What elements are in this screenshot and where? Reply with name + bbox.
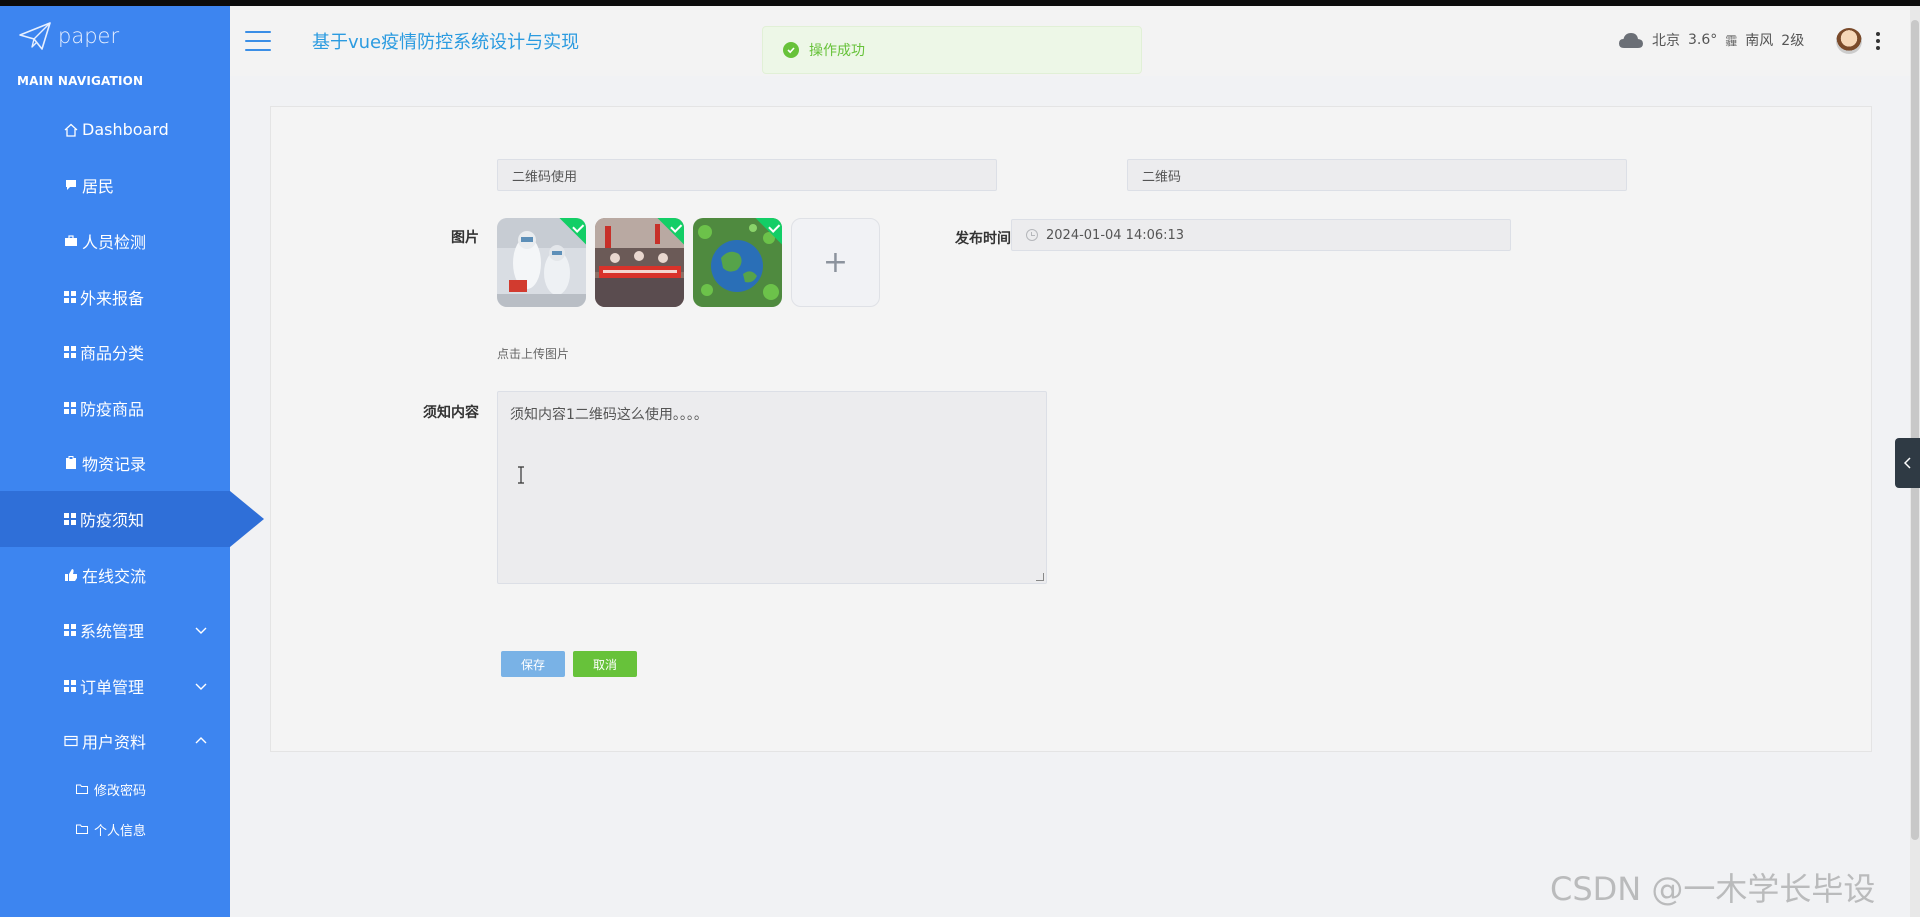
sidebar-item-online-chat[interactable]: 在线交流 — [0, 547, 230, 603]
weather-wind-level: 2级 — [1781, 33, 1805, 49]
grid-icon — [64, 624, 76, 637]
image-label: 图片 — [451, 230, 479, 246]
sidebar-item-label: 系统管理 — [80, 622, 145, 642]
nav-caption: MAIN NAVIGATION — [17, 74, 144, 88]
sidebar-item-label: 在线交流 — [82, 566, 147, 586]
grid-icon — [64, 290, 76, 303]
add-image-button[interactable]: + — [791, 218, 880, 307]
sidebar-item-label: 防疫须知 — [80, 510, 145, 530]
hamburger-menu-icon[interactable] — [245, 31, 271, 51]
grid-icon — [64, 401, 76, 414]
sidebar-subitem-label: 个人信息 — [94, 823, 147, 839]
brand-name: paper — [58, 24, 120, 48]
sidebar-item-dashboard[interactable]: Dashboard — [0, 102, 230, 158]
card-icon — [64, 734, 78, 748]
page-title: 基于vue疫情防控系统设计与实现 — [312, 32, 580, 53]
sidebar-item-product-category[interactable]: 商品分类 — [0, 324, 230, 380]
home-icon — [64, 123, 78, 137]
sidebar-item-epidemic-notice[interactable]: 防疫须知 — [0, 491, 264, 547]
weather-wind-direction: 南风 — [1745, 33, 1774, 49]
weather-condition: 霾 — [1725, 33, 1738, 48]
notice-edit-form: *标题 二维码使用 *类型 二维码 图片 — [270, 106, 1872, 752]
briefcase-icon — [64, 234, 78, 248]
save-button[interactable]: 保存 — [501, 651, 565, 677]
sidebar-item-epidemic-products[interactable]: 防疫商品 — [0, 380, 230, 436]
folder-icon — [76, 784, 88, 795]
toast-message: 操作成功 — [809, 43, 865, 59]
sidebar-subitem-personal-info[interactable]: 个人信息 — [0, 809, 230, 849]
sidebar-item-supply-records[interactable]: 物资记录 — [0, 436, 230, 492]
cloud-icon — [1619, 33, 1643, 48]
uploaded-image-1[interactable] — [497, 218, 586, 307]
sidebar-item-label: 商品分类 — [80, 344, 145, 364]
notice-content-textarea[interactable]: 须知内容1二维码这么使用。。。。 — [497, 391, 1047, 584]
sidebar-item-label: Dashboard — [82, 120, 169, 140]
sidebar-item-label: 防疫商品 — [80, 399, 145, 419]
sidebar-item-label: 用户资料 — [82, 733, 147, 753]
sidebar-item-label: 居民 — [82, 177, 115, 197]
notice-content-label: 须知内容 — [423, 405, 479, 421]
uploaded-image-3[interactable] — [693, 218, 782, 307]
sidebar-item-order-management[interactable]: 订单管理 — [0, 658, 230, 714]
sidebar-subitem-label: 修改密码 — [94, 783, 147, 799]
paper-plane-icon — [19, 22, 51, 50]
type-value: 二维码 — [1142, 169, 1182, 185]
brand-logo[interactable]: paper — [18, 20, 119, 52]
sidebar-subitem-change-password[interactable]: 修改密码 — [0, 769, 230, 809]
type-input[interactable]: 二维码 — [1127, 159, 1627, 191]
resize-handle-icon[interactable] — [1036, 573, 1044, 581]
comment-icon — [64, 178, 78, 192]
collapse-panel-button[interactable] — [1895, 438, 1920, 488]
upload-hint: 点击上传图片 — [497, 347, 570, 361]
clipboard-icon — [64, 456, 78, 470]
sidebar: paper MAIN NAVIGATION Dashboard 居民 人员检测 … — [0, 6, 264, 917]
sidebar-item-user-profile[interactable]: 用户资料 — [0, 714, 230, 770]
publish-time-input[interactable]: 2024-01-04 14:06:13 — [1011, 219, 1511, 251]
chevron-down-icon — [195, 627, 207, 635]
success-toast: 操作成功 — [762, 26, 1142, 74]
sidebar-item-label: 物资记录 — [82, 455, 147, 475]
folder-icon — [76, 824, 88, 835]
grid-icon — [64, 512, 76, 525]
cancel-button[interactable]: 取消 — [573, 651, 637, 677]
weather-widget: 北京 3.6° 霾 南风 2级 — [1618, 30, 1804, 50]
title-value: 二维码使用 — [512, 169, 578, 185]
chevron-up-icon — [195, 737, 207, 744]
plus-icon: + — [822, 245, 849, 280]
avatar[interactable] — [1836, 28, 1862, 54]
sidebar-item-external-report[interactable]: 外来报备 — [0, 269, 230, 325]
publish-time-label: 发布时间 — [955, 231, 1011, 247]
thumb-icon — [64, 568, 78, 582]
watermark: CSDN @一木学长毕设 — [1550, 870, 1876, 908]
grid-icon — [64, 346, 76, 359]
check-circle-icon — [783, 42, 799, 58]
weather-city: 北京 — [1652, 33, 1680, 49]
sidebar-item-residents[interactable]: 居民 — [0, 158, 230, 214]
uploaded-image-2[interactable] — [595, 218, 684, 307]
sidebar-item-personnel-testing[interactable]: 人员检测 — [0, 213, 230, 269]
sidebar-item-label: 订单管理 — [80, 677, 145, 697]
scrollbar-thumb[interactable] — [1911, 20, 1919, 840]
sidebar-item-label: 人员检测 — [82, 232, 147, 252]
weather-temp: 3.6° — [1688, 32, 1718, 48]
notice-content-value: 须知内容1二维码这么使用。。。。 — [510, 407, 708, 423]
sidebar-item-label: 外来报备 — [80, 288, 145, 308]
top-header: 基于vue疫情防控系统设计与实现 操作成功 北京 3.6° 霾 南风 2级 — [230, 6, 1910, 76]
main-nav: Dashboard 居民 人员检测 外来报备 商品分类 防疫商品 物资记录 防疫… — [0, 102, 264, 849]
chevron-left-icon — [1903, 457, 1911, 469]
sidebar-item-system-management[interactable]: 系统管理 — [0, 602, 230, 658]
title-input[interactable]: 二维码使用 — [497, 159, 997, 191]
grid-icon — [64, 679, 76, 692]
text-cursor-icon — [518, 466, 524, 484]
publish-time-value: 2024-01-04 14:06:13 — [1046, 227, 1185, 243]
clock-icon — [1026, 229, 1038, 241]
more-vertical-icon[interactable] — [1876, 32, 1880, 50]
chevron-down-icon — [195, 683, 207, 690]
